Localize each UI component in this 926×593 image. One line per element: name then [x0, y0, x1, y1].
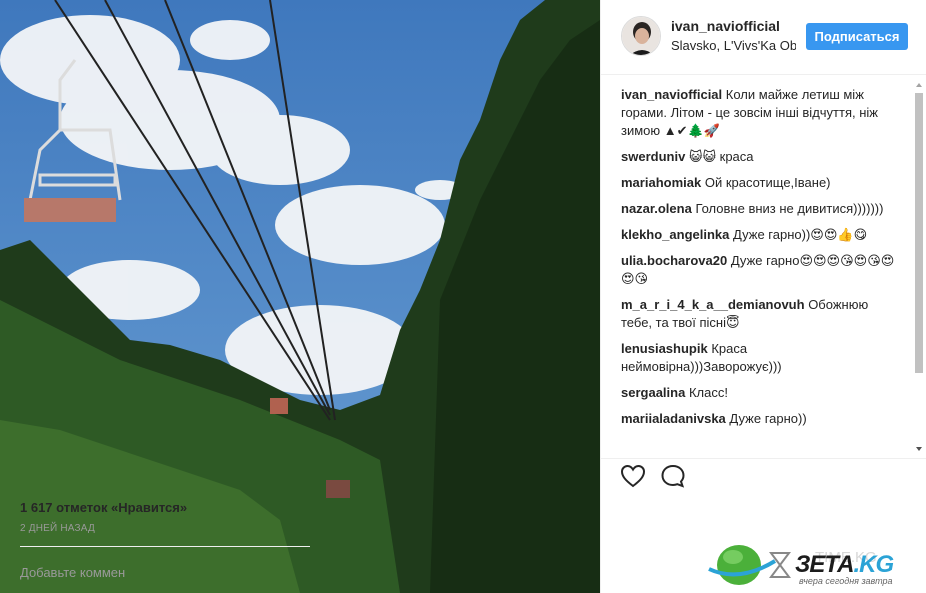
comment-username[interactable]: lenusiashupik: [621, 341, 708, 356]
list-item: lenusiashupik Краса неймовірна)))Заворож…: [621, 340, 901, 376]
comment-username[interactable]: mariahomiak: [621, 175, 701, 190]
list-item: nazar.olena Головне вниз не дивитися))))…: [621, 200, 901, 218]
header-location[interactable]: Slavsko, L'Vivs'Ka Oblast', Ukraine: [671, 38, 796, 53]
post-details-panel: ivan_naviofficial Slavsko, L'Vivs'Ka Obl…: [600, 0, 926, 593]
post-date[interactable]: 2 ДНЕЙ НАЗАД: [20, 523, 95, 534]
divider: [20, 546, 310, 547]
comments-scrollbar[interactable]: [914, 83, 924, 458]
scroll-down-arrow-icon[interactable]: [916, 447, 922, 451]
list-item: sergaalina Класс!: [621, 384, 901, 402]
comment-username[interactable]: ivan_naviofficial: [621, 87, 722, 102]
comment-username[interactable]: m_a_r_i_4_k_a__demianovuh: [621, 297, 805, 312]
speech-bubble-icon[interactable]: [659, 462, 687, 490]
watermark-brand-b: .KG: [853, 551, 895, 578]
post-header: ivan_naviofficial Slavsko, L'Vivs'Ka Obl…: [601, 0, 926, 75]
avatar[interactable]: [621, 16, 661, 56]
list-item: m_a_r_i_4_k_a__demianovuh Обожнюю тебе, …: [621, 296, 901, 332]
scroll-thumb[interactable]: [915, 93, 923, 373]
comment-username[interactable]: sergaalina: [621, 385, 685, 400]
hourglass-icon: [769, 552, 791, 578]
list-item: ivan_naviofficial Коли майже летиш між г…: [621, 86, 901, 140]
list-item: klekho_angelinka Дуже гарно))😍😍👍😋: [621, 226, 901, 244]
follow-button[interactable]: Подписаться: [806, 23, 908, 50]
likes-count[interactable]: 1 617 отметок «Нравится»: [20, 500, 187, 515]
comments-list: ivan_naviofficial Коли майже летиш між г…: [621, 86, 901, 456]
comment-username[interactable]: swerduniv: [621, 149, 685, 164]
comment-username[interactable]: nazar.olena: [621, 201, 692, 216]
watermark-tagline: вчера сегодня завтра: [799, 576, 893, 586]
header-username[interactable]: ivan_naviofficial: [671, 18, 780, 34]
list-item: mariialadanivska Дуже гарно)): [621, 410, 901, 428]
watermark-brand: ЗЕТА.KG: [795, 551, 895, 579]
comment-username[interactable]: ulia.bocharova20: [621, 253, 727, 268]
list-item: swerduniv 😺😺 краса: [621, 148, 901, 166]
list-item: mariahomiak Ой красотище,Іване): [621, 174, 901, 192]
watermark-brand-a: ЗЕТА: [795, 551, 855, 578]
comment-input[interactable]: Добавьте комментарий...: [20, 565, 125, 580]
comment-text: Ой красотище,Іване): [704, 175, 831, 190]
comment-text: Дуже гарно)): [729, 411, 807, 426]
watermark-logo: TIME.KG ЗЕТА.KG вчера сегодня завтра: [707, 539, 926, 593]
comment-text: Головне вниз не дивитися))))))): [695, 201, 884, 216]
list-item: ulia.bocharova20 Дуже гарно😍😍😍😘😍😘😍😍😘: [621, 252, 901, 288]
comment-username[interactable]: klekho_angelinka: [621, 227, 729, 242]
comment-text: 😺😺 краса: [688, 149, 754, 164]
scroll-up-arrow-icon[interactable]: [916, 83, 922, 87]
post-actions: [601, 458, 926, 498]
comment-text: Класс!: [688, 385, 728, 400]
comment-text: Дуже гарно))😍😍👍😋: [733, 227, 868, 242]
heart-outline-icon[interactable]: [619, 462, 647, 490]
comment-username[interactable]: mariialadanivska: [621, 411, 726, 426]
globe-icon: [708, 545, 777, 585]
